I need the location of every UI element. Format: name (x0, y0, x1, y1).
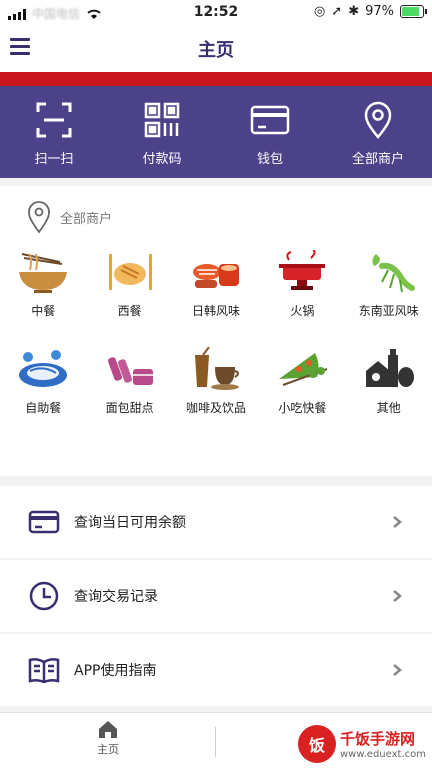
page-title: 主页 (198, 40, 234, 61)
watermark-title: 千饭手游网 (340, 730, 416, 748)
payment-code-button[interactable]: 付款码 (108, 86, 216, 178)
chevron-right-icon (393, 664, 402, 676)
tab-home[interactable]: 主页 (0, 719, 216, 757)
wallet-button[interactable]: 钱包 (216, 86, 324, 178)
category-hotpot[interactable]: 火锅 (259, 250, 345, 319)
scan-button[interactable]: 扫一扫 (0, 86, 108, 178)
chevron-right-icon (393, 590, 402, 602)
tab-divider (215, 727, 216, 757)
category-buffet-label: 自助餐 (25, 401, 62, 415)
lobster-icon (372, 254, 415, 293)
battery-icon (400, 5, 427, 18)
category-western[interactable]: 西餐 (86, 250, 172, 319)
status-bar: 中国电信 12:52 ◎ ➚ ✱ 97% (0, 0, 432, 24)
scan-icon (36, 102, 72, 138)
bluetooth-icon: ✱ (348, 4, 360, 19)
home-icon (99, 721, 117, 738)
category-japanese-korean-label: 日韩风味 (191, 304, 240, 318)
clock-icon (29, 581, 59, 611)
qr-code-icon (144, 102, 180, 138)
category-other-label: 其他 (376, 401, 401, 415)
merchant-categories: 全部商户 中餐 西餐 日韩风味 火锅 东南亚风味 自助餐 面包甜点 咖啡及饮品 … (0, 186, 432, 476)
category-coffee-drinks-label: 咖啡及饮品 (185, 401, 246, 415)
noodle-bowl-icon (19, 253, 68, 293)
category-japanese-korean[interactable]: 日韩风味 (173, 250, 259, 319)
wallet-icon (250, 105, 290, 135)
tab-home-label: 主页 (97, 743, 119, 756)
category-southeast-asian-label: 东南亚风味 (358, 304, 419, 318)
location-arrow-icon: ➚ (331, 4, 343, 19)
transaction-records-row[interactable]: 查询交易记录 (0, 560, 432, 632)
quick-actions-bar: 扫一扫 付款码 钱包 全部商户 (0, 86, 432, 178)
app-guide-row[interactable]: APP使用指南 (0, 634, 432, 706)
steak-cutlery-icon (108, 254, 152, 290)
category-snacks-fastfood-label: 小吃快餐 (278, 401, 327, 415)
location-pin-icon (364, 101, 392, 139)
coffee-drink-icon (194, 347, 239, 390)
other-food-icon (365, 349, 414, 387)
check-balance-row[interactable]: 查询当日可用余额 (0, 486, 432, 558)
buffet-plate-icon (19, 350, 68, 387)
category-southeast-asian[interactable]: 东南亚风味 (346, 250, 432, 319)
card-icon (28, 510, 60, 534)
location-pin-icon (28, 201, 50, 234)
category-coffee-drinks[interactable]: 咖啡及饮品 (173, 347, 259, 416)
app-guide-label: APP使用指南 (74, 663, 157, 679)
watermark-url: www.eduext.com (340, 749, 426, 760)
lock-rotation-icon: ◎ (313, 4, 326, 19)
all-merchants-button[interactable]: 全部商户 (324, 86, 432, 178)
category-grid: 中餐 西餐 日韩风味 火锅 东南亚风味 自助餐 面包甜点 咖啡及饮品 小吃快餐 … (0, 250, 432, 416)
category-snacks-fastfood[interactable]: 小吃快餐 (259, 347, 345, 416)
category-chinese[interactable]: 中餐 (0, 250, 86, 319)
chevron-right-icon (393, 516, 402, 528)
category-header: 全部商户 (26, 200, 112, 234)
bottom-tabbar: 主页 饭 千饭手游网 www.eduext.com (0, 712, 432, 769)
menu-list: 查询当日可用余额 查询交易记录 APP使用指南 (0, 486, 432, 708)
transaction-records-label: 查询交易记录 (74, 589, 158, 605)
payment-code-label: 付款码 (142, 152, 182, 167)
category-bakery-dessert[interactable]: 面包甜点 (86, 347, 172, 416)
category-western-label: 西餐 (117, 304, 142, 318)
status-right: ◎ ➚ ✱ 97% (313, 4, 427, 19)
check-balance-label: 查询当日可用余额 (74, 515, 186, 531)
dessert-icon (107, 357, 153, 385)
hotpot-icon (279, 250, 326, 290)
watermark: 饭 千饭手游网 www.eduext.com (298, 725, 426, 763)
watermark-logo: 饭 (298, 725, 336, 763)
category-other[interactable]: 其他 (346, 347, 432, 416)
category-bakery-dessert-label: 面包甜点 (105, 401, 154, 415)
all-merchants-label: 全部商户 (351, 152, 404, 167)
battery-percent: 97% (365, 4, 394, 19)
red-divider (0, 72, 432, 86)
category-header-label: 全部商户 (60, 211, 113, 227)
category-buffet[interactable]: 自助餐 (0, 347, 86, 416)
scan-label: 扫一扫 (34, 152, 74, 167)
pizza-skewer-icon (279, 353, 328, 386)
wallet-label: 钱包 (256, 152, 283, 167)
sushi-icon (192, 264, 239, 288)
category-hotpot-label: 火锅 (290, 304, 315, 318)
book-icon (28, 658, 60, 684)
top-navbar: 主页 (0, 24, 432, 72)
category-chinese-label: 中餐 (31, 304, 56, 318)
